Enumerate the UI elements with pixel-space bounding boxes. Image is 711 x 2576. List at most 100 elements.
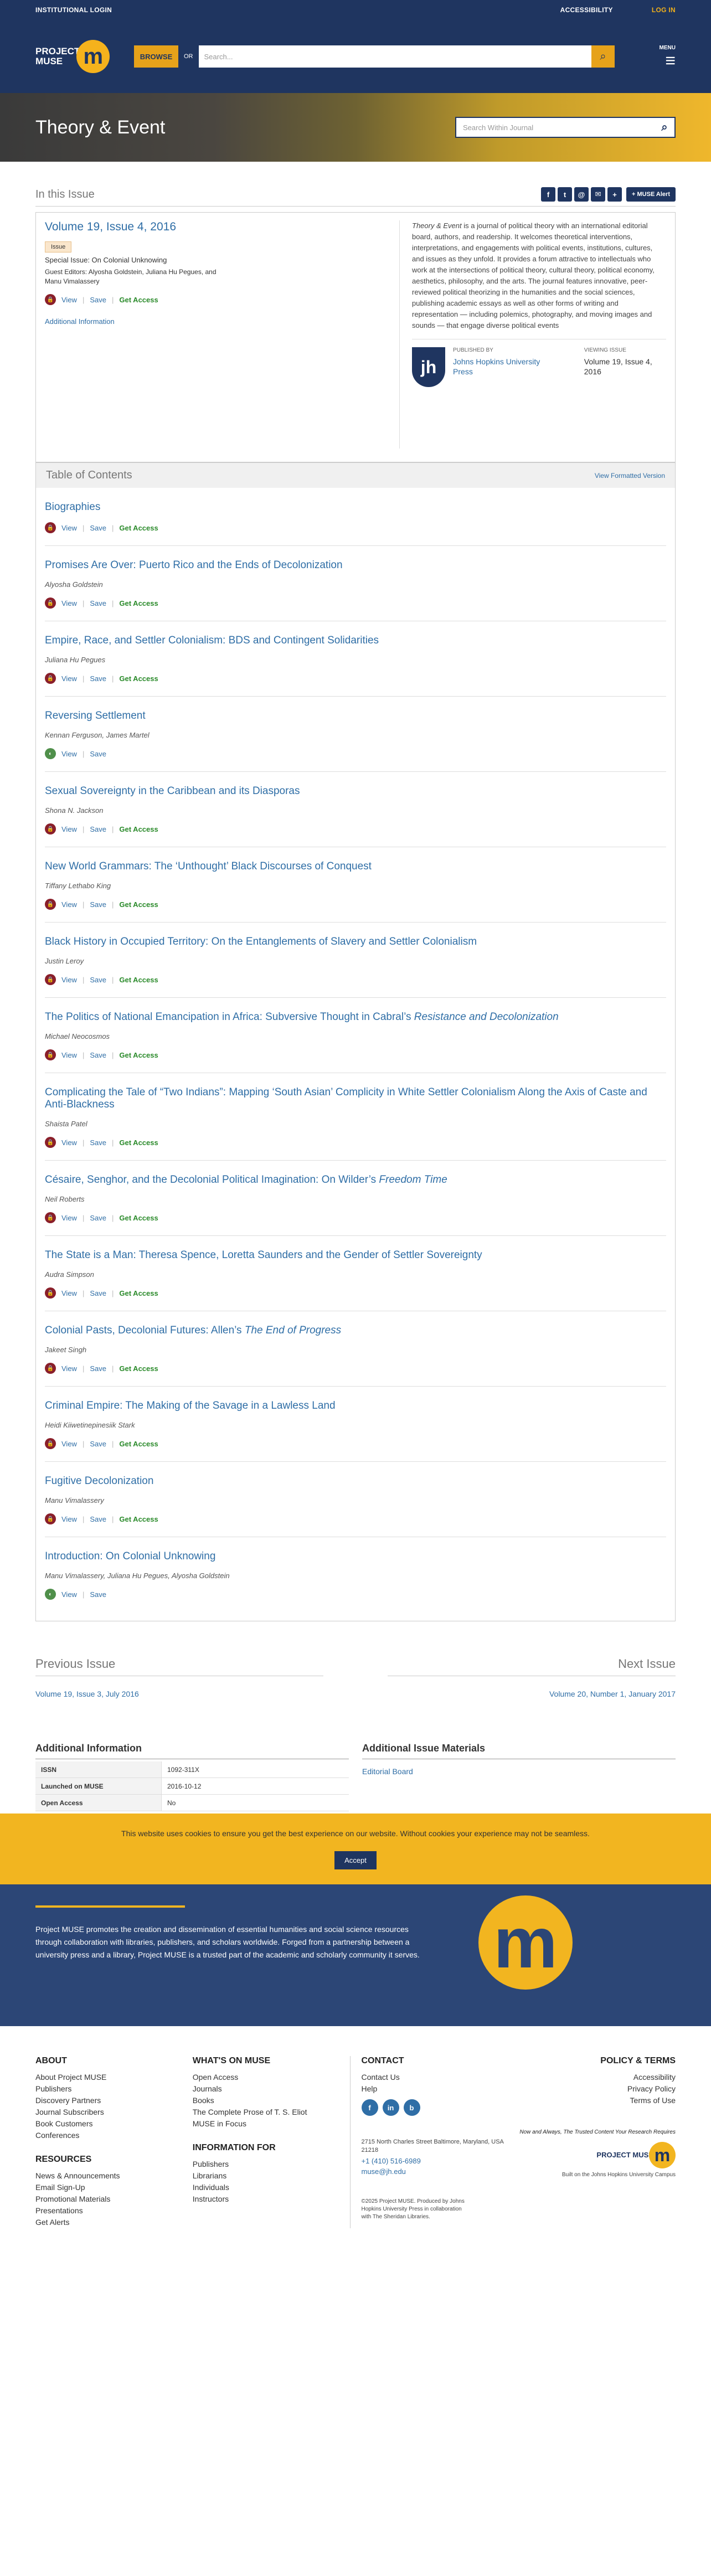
- save-button[interactable]: Save: [90, 1364, 106, 1373]
- institutional-login-link[interactable]: INSTITUTIONAL LOGIN: [35, 6, 112, 14]
- view-button[interactable]: View: [61, 524, 77, 532]
- article-title[interactable]: Fugitive Decolonization: [45, 1475, 153, 1487]
- get-access-button[interactable]: Get Access: [119, 976, 158, 984]
- save-button[interactable]: Save: [90, 599, 106, 607]
- journal-search-input[interactable]: Search Within Journal ⌕: [455, 117, 676, 138]
- previous-issue-link[interactable]: Volume 19, Issue 3, July 2016: [35, 1689, 323, 1698]
- view-button[interactable]: View: [61, 750, 77, 758]
- save-button[interactable]: Save: [90, 1515, 106, 1523]
- view-button[interactable]: View: [61, 1138, 77, 1147]
- view-button[interactable]: View: [61, 1515, 77, 1523]
- email-share-icon[interactable]: @: [574, 187, 589, 202]
- next-issue-link[interactable]: Volume 20, Number 1, January 2017: [388, 1689, 676, 1698]
- save-button[interactable]: Save: [90, 1214, 106, 1222]
- search-button[interactable]: ⌕: [591, 45, 615, 68]
- save-button[interactable]: Save: [90, 674, 106, 683]
- view-button[interactable]: View: [61, 599, 77, 607]
- save-button[interactable]: Save: [90, 976, 106, 984]
- article-title[interactable]: New World Grammars: The ‘Unthought’ Blac…: [45, 861, 372, 872]
- bluesky-icon[interactable]: b: [403, 2099, 420, 2116]
- footer-link[interactable]: Terms of Use: [518, 2095, 676, 2106]
- search-icon[interactable]: ⌕: [655, 121, 674, 134]
- login-link[interactable]: LOG IN: [652, 6, 676, 14]
- muse-alert-button[interactable]: + MUSE Alert: [626, 187, 676, 202]
- footer-link[interactable]: Contact Us: [362, 2072, 519, 2083]
- jhu-press-logo[interactable]: jh: [412, 347, 446, 387]
- view-button[interactable]: View: [61, 825, 77, 833]
- footer-link[interactable]: Help: [362, 2083, 519, 2095]
- article-title[interactable]: Colonial Pasts, Decolonial Futures: Alle…: [45, 1325, 341, 1336]
- phone-link[interactable]: +1 (410) 516-6989: [362, 2157, 519, 2165]
- save-button[interactable]: Save: [90, 524, 106, 532]
- get-access-button[interactable]: Get Access: [119, 825, 158, 833]
- footer-link[interactable]: Individuals: [193, 2182, 350, 2193]
- footer-link[interactable]: Get Alerts: [35, 2217, 193, 2228]
- journal-title[interactable]: Theory & Event: [35, 117, 165, 138]
- view-button[interactable]: View: [61, 296, 77, 304]
- get-access-button[interactable]: Get Access: [119, 900, 158, 909]
- footer-link[interactable]: Publishers: [35, 2083, 193, 2095]
- get-access-button[interactable]: Get Access: [119, 1051, 158, 1059]
- article-title[interactable]: The State is a Man: Theresa Spence, Lore…: [45, 1249, 482, 1261]
- save-button[interactable]: Save: [90, 900, 106, 909]
- view-button[interactable]: View: [61, 1590, 77, 1599]
- site-search-input[interactable]: Search...: [198, 45, 591, 68]
- article-title[interactable]: Black History in Occupied Territory: On …: [45, 936, 477, 947]
- get-access-button[interactable]: Get Access: [119, 1440, 158, 1448]
- footer-link[interactable]: Publishers: [193, 2158, 350, 2170]
- get-access-button[interactable]: Get Access: [119, 674, 158, 683]
- article-title[interactable]: The Politics of National Emancipation in…: [45, 1011, 559, 1023]
- footer-link[interactable]: News & Announcements: [35, 2170, 193, 2182]
- footer-link[interactable]: Email Sign-Up: [35, 2182, 193, 2193]
- footer-link[interactable]: Accessibility: [518, 2072, 676, 2083]
- article-title[interactable]: Sexual Sovereignty in the Caribbean and …: [45, 785, 300, 797]
- save-button[interactable]: Save: [90, 1138, 106, 1147]
- browse-button[interactable]: BROWSE: [134, 45, 178, 68]
- editorial-board-link[interactable]: Editorial Board: [362, 1767, 676, 1776]
- footer-link[interactable]: Open Access: [193, 2072, 350, 2083]
- get-access-button[interactable]: Get Access: [119, 1138, 158, 1147]
- footer-logo[interactable]: PROJECT MUSE m: [518, 2142, 676, 2168]
- footer-link[interactable]: Books: [193, 2095, 350, 2106]
- save-button[interactable]: Save: [90, 1051, 106, 1059]
- cookie-accept-button[interactable]: Accept: [334, 1851, 377, 1869]
- view-formatted-version-link[interactable]: View Formatted Version: [595, 472, 665, 480]
- mail-icon[interactable]: ✉: [591, 187, 606, 202]
- view-button[interactable]: View: [61, 674, 77, 683]
- article-title[interactable]: Promises Are Over: Puerto Rico and the E…: [45, 559, 343, 571]
- get-access-button[interactable]: Get Access: [119, 599, 158, 607]
- footer-link[interactable]: About Project MUSE: [35, 2072, 193, 2083]
- get-access-button[interactable]: Get Access: [119, 1364, 158, 1373]
- article-title[interactable]: Reversing Settlement: [45, 710, 146, 722]
- footer-link[interactable]: Presentations: [35, 2205, 193, 2217]
- footer-link[interactable]: Librarians: [193, 2170, 350, 2182]
- get-access-button[interactable]: Get Access: [119, 1289, 158, 1297]
- article-title[interactable]: Césaire, Senghor, and the Decolonial Pol…: [45, 1174, 447, 1186]
- footer-link[interactable]: MUSE in Focus: [193, 2118, 350, 2130]
- save-button[interactable]: Save: [90, 1289, 106, 1297]
- footer-link[interactable]: Promotional Materials: [35, 2193, 193, 2205]
- save-button[interactable]: Save: [90, 1590, 106, 1599]
- more-share-icon[interactable]: +: [607, 187, 622, 202]
- view-button[interactable]: View: [61, 1440, 77, 1448]
- footer-link[interactable]: Journals: [193, 2083, 350, 2095]
- project-muse-logo[interactable]: PROJECT MUSE m: [35, 40, 123, 73]
- get-access-button[interactable]: Get Access: [119, 296, 158, 304]
- save-button[interactable]: Save: [90, 750, 106, 758]
- twitter-share-icon[interactable]: t: [558, 187, 573, 202]
- footer-link[interactable]: Instructors: [193, 2193, 350, 2205]
- save-button[interactable]: Save: [90, 296, 106, 304]
- view-button[interactable]: View: [61, 900, 77, 909]
- article-title[interactable]: Criminal Empire: The Making of the Savag…: [45, 1400, 336, 1411]
- linkedin-icon[interactable]: in: [382, 2099, 399, 2116]
- save-button[interactable]: Save: [90, 825, 106, 833]
- footer-link[interactable]: Conferences: [35, 2130, 193, 2141]
- facebook-icon[interactable]: f: [361, 2099, 378, 2116]
- publisher-link[interactable]: Johns Hopkins University Press: [453, 357, 540, 376]
- view-button[interactable]: View: [61, 1289, 77, 1297]
- additional-information-link[interactable]: Additional Information: [45, 317, 388, 326]
- view-button[interactable]: View: [61, 976, 77, 984]
- footer-link[interactable]: Book Customers: [35, 2118, 193, 2130]
- article-title[interactable]: Introduction: On Colonial Unknowing: [45, 1550, 215, 1562]
- view-button[interactable]: View: [61, 1051, 77, 1059]
